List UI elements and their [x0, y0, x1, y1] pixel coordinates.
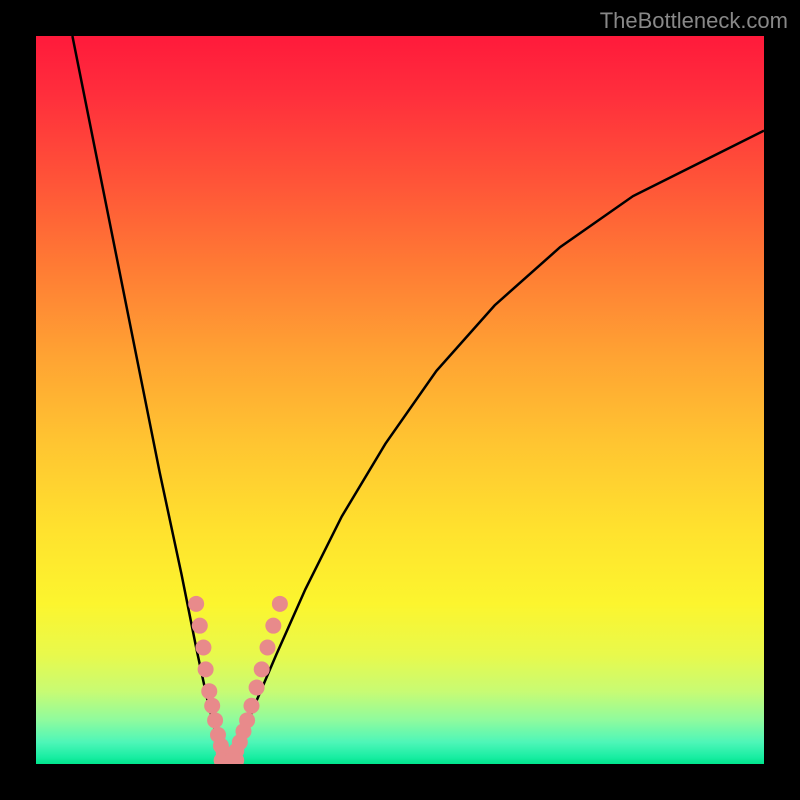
data-marker	[188, 596, 204, 612]
data-marker	[204, 698, 220, 714]
data-marker	[207, 712, 223, 728]
data-marker	[265, 618, 281, 634]
data-marker	[254, 661, 270, 677]
data-marker	[243, 698, 259, 714]
data-marker	[195, 640, 211, 656]
data-marker	[260, 640, 276, 656]
data-marker	[192, 618, 208, 634]
data-marker	[198, 661, 214, 677]
data-marker	[249, 680, 265, 696]
data-marker	[239, 712, 255, 728]
chart-plot-area	[36, 36, 764, 764]
data-marker	[272, 596, 288, 612]
right-curve	[229, 131, 764, 764]
watermark-text: TheBottleneck.com	[600, 8, 788, 34]
chart-svg	[36, 36, 764, 764]
data-marker	[201, 683, 217, 699]
